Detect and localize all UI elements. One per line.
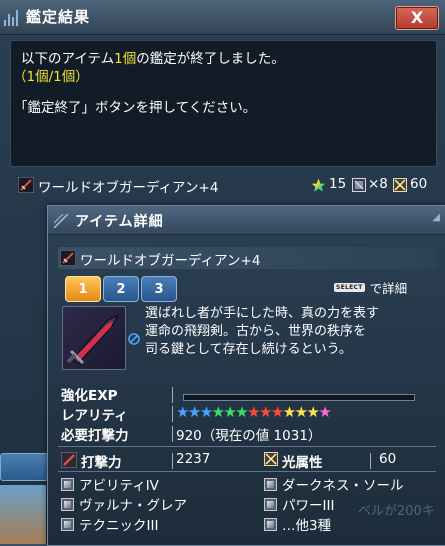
result-item-name: ワールドオブガーディアン+4 [38, 180, 219, 196]
attack-value: 2237 [176, 451, 211, 467]
window-deco-icon [4, 8, 18, 26]
panel-corner-icon: ◢ [432, 212, 440, 223]
background-scene [0, 485, 46, 544]
divider [58, 471, 436, 472]
divider [172, 426, 173, 442]
ability-label: テクニックIII [79, 518, 159, 534]
required-attack-label: 必要打撃力 [61, 428, 129, 444]
ability-icon [264, 497, 277, 511]
result-slots: ×8 [368, 176, 388, 192]
divider [370, 453, 371, 469]
attribute-label: 光属性 [282, 455, 323, 471]
message-suffix: の鑑定が終了しました。 [136, 51, 285, 67]
panel-deco-icon [54, 214, 68, 228]
enhance-exp-bar [183, 394, 415, 401]
ability-label: ダークネス・ソール [282, 478, 404, 494]
sword-icon [60, 250, 76, 266]
message-count: 1個 [114, 51, 137, 67]
rarity-star-icon [311, 178, 326, 192]
result-rarity: 15 [329, 176, 347, 192]
background-text: ベルが200キ [358, 504, 435, 519]
ability-label: ヴァルナ・グレア [79, 498, 187, 514]
detail-header: アイテム詳細 ◢ [48, 206, 445, 235]
ability-4: パワーIII [264, 494, 334, 514]
description-line-1: 選ばれし者が手にした時、真の力を表す [145, 306, 380, 321]
rarity-stars: ★ ★ ★ ★ ★ ★ ★ ★ ★ ★ ★ ★ ★ [176, 403, 332, 421]
detail-title: アイテム詳細 [75, 214, 164, 230]
window-title: 鑑定結果 [26, 8, 91, 26]
title-bar: 鑑定結果 X [0, 0, 445, 35]
rarity-star-icon: ★ [318, 403, 332, 421]
tab-3[interactable]: 3 [141, 276, 177, 302]
message-instruction: 「鑑定終了」ボタンを押してください。 [14, 100, 257, 116]
message-progress: （1個/1個） [13, 69, 89, 85]
light-attribute-icon [393, 178, 407, 192]
slot-icon [352, 178, 366, 192]
attack-icon [61, 452, 77, 468]
no-entry-icon [128, 333, 140, 345]
close-icon: X [410, 8, 424, 27]
select-key-icon: SELECT [334, 283, 365, 292]
background-button [0, 453, 48, 481]
tab-2[interactable]: 2 [103, 276, 139, 302]
tab-1[interactable]: 1 [65, 276, 101, 302]
detail-item-name: ワールドオブガーディアン+4 [80, 253, 261, 269]
message-panel: 以下のアイテム1個の鑑定が終了しました。 （1個/1個） 「鑑定終了」ボタンを押… [10, 40, 437, 167]
detail-name-bar: ワールドオブガーディアン+4 [58, 247, 436, 269]
ability-1: アビリティIV [61, 474, 159, 494]
select-hint-label: で詳細 [369, 281, 408, 296]
ability-5: テクニックIII [61, 514, 158, 534]
item-detail-panel: アイテム詳細 ◢ ワールドオブガーディアン+4 1 2 3 SELECT で詳細… [47, 205, 445, 546]
result-item-row[interactable]: ワールドオブガーディアン+4 15 ×8 60 [18, 176, 438, 196]
message-prefix: 以下のアイテム [21, 51, 115, 67]
message-line-1: 以下のアイテム1個の鑑定が終了しました。 [21, 50, 285, 68]
close-button[interactable]: X [395, 6, 439, 30]
light-attribute-icon [264, 452, 278, 466]
ability-icon [264, 517, 277, 531]
required-attack-value: 920（現在の値 1031） [176, 428, 322, 444]
ability-label: …他3種 [282, 518, 332, 534]
ability-icon [61, 517, 74, 531]
ability-icon [264, 477, 277, 491]
description-line-3: 司る鍵として存在し続けるという。 [145, 342, 352, 357]
ability-3: ヴァルナ・グレア [61, 494, 187, 514]
divider [172, 406, 173, 422]
result-element: 60 [410, 176, 428, 192]
ability-2: ダークネス・ソール [264, 474, 404, 494]
select-detail-hint[interactable]: SELECT で詳細 [334, 278, 407, 297]
ability-icon [61, 497, 74, 511]
sword-icon [18, 177, 34, 193]
divider [172, 453, 173, 469]
ability-label: アビリティIV [79, 478, 159, 494]
description-line-2: 運命の飛翔剣。古から、世界の秩序を [145, 324, 367, 339]
ability-icon [61, 477, 74, 491]
divider [172, 387, 173, 403]
attack-label: 打撃力 [81, 455, 122, 471]
rarity-label: レアリティ [61, 408, 128, 424]
divider [58, 446, 436, 447]
attribute-value: 60 [379, 451, 397, 467]
ability-label: パワーIII [282, 498, 335, 514]
enhance-exp-label: 強化EXP [61, 388, 118, 404]
weapon-image [62, 306, 126, 370]
ability-6: …他3種 [264, 514, 331, 534]
